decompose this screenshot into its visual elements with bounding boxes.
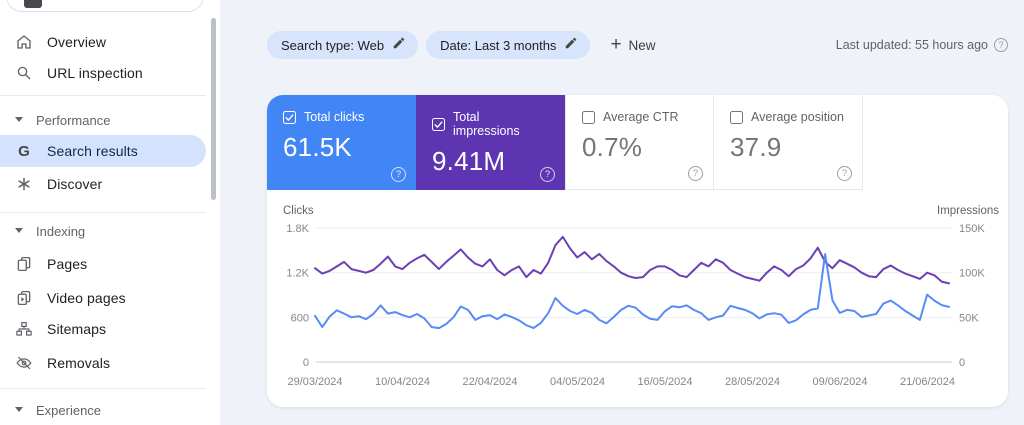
property-icon: [24, 0, 42, 8]
sidebar-item-sitemaps[interactable]: Sitemaps: [0, 315, 206, 343]
search-type-chip[interactable]: Search type: Web: [267, 31, 418, 59]
filter-toolbar: Search type: Web Date: Last 3 months + N…: [267, 31, 656, 59]
svg-text:16/05/2024: 16/05/2024: [637, 376, 692, 388]
section-label: Experience: [36, 403, 101, 418]
date-range-chip-label: Date: Last 3 months: [440, 38, 556, 53]
sidebar-item-url-inspection[interactable]: URL inspection: [0, 59, 206, 87]
sidebar-item-label: Removals: [47, 355, 110, 371]
sidebar-section-performance[interactable]: Performance: [0, 108, 206, 132]
svg-text:09/06/2024: 09/06/2024: [812, 376, 867, 388]
search-type-chip-label: Search type: Web: [281, 38, 384, 53]
sidebar-item-label: Overview: [47, 34, 106, 50]
sidebar-divider: [0, 388, 206, 389]
plus-icon: +: [610, 35, 621, 54]
sidebar-divider: [0, 212, 206, 213]
sidebar-item-removals[interactable]: Removals: [0, 349, 206, 377]
sidebar-section-experience[interactable]: Experience: [0, 398, 206, 422]
sidebar-scrollbar[interactable]: [211, 18, 216, 200]
performance-card: Total clicks 61.5K ? Total impressions 9…: [267, 95, 1008, 407]
svg-text:22/04/2024: 22/04/2024: [462, 376, 517, 388]
discover-asterisk-icon: [15, 175, 33, 193]
date-range-chip[interactable]: Date: Last 3 months: [426, 31, 590, 59]
new-filter-button[interactable]: + New: [610, 37, 655, 54]
svg-text:04/05/2024: 04/05/2024: [550, 376, 605, 388]
sidebar-item-label: Discover: [47, 176, 102, 192]
sidebar-item-label: Sitemaps: [47, 321, 106, 337]
performance-line-chart[interactable]: 0 600 1.2K 1.8K 0 50K 100K 150K 29/03/2024 10/04/…: [267, 95, 1008, 407]
chevron-down-icon: [14, 222, 24, 240]
search-icon: [15, 64, 33, 82]
edit-pencil-icon[interactable]: [564, 36, 578, 55]
svg-text:10/04/2024: 10/04/2024: [375, 376, 430, 388]
svg-text:28/05/2024: 28/05/2024: [725, 376, 780, 388]
sidebar-item-pages[interactable]: Pages: [0, 250, 206, 278]
edit-pencil-icon[interactable]: [392, 36, 406, 55]
sidebar-item-label: Pages: [47, 256, 87, 272]
home-icon: [15, 33, 33, 51]
new-filter-label: New: [629, 38, 656, 53]
chevron-down-icon: [14, 111, 24, 129]
sidebar-section-indexing[interactable]: Indexing: [0, 219, 206, 243]
svg-text:150K: 150K: [959, 223, 985, 235]
sidebar-item-label: Search results: [47, 143, 138, 159]
last-updated: Last updated: 55 hours ago ?: [836, 38, 1008, 52]
section-label: Indexing: [36, 224, 85, 239]
sidebar-item-label: URL inspection: [47, 65, 143, 81]
svg-text:21/06/2024: 21/06/2024: [900, 376, 955, 388]
sidebar-item-video-pages[interactable]: Video pages: [0, 284, 206, 312]
svg-text:0: 0: [303, 357, 309, 369]
google-g-icon: G: [15, 142, 33, 160]
sidebar-item-overview[interactable]: Overview: [0, 28, 206, 56]
eye-off-icon: [15, 354, 33, 372]
svg-text:100K: 100K: [959, 268, 985, 280]
section-label: Performance: [36, 113, 110, 128]
help-icon[interactable]: ?: [994, 38, 1008, 52]
svg-text:600: 600: [291, 312, 309, 324]
svg-text:50K: 50K: [959, 312, 979, 324]
sitemaps-tree-icon: [15, 320, 33, 338]
pages-copy-icon: [15, 255, 33, 273]
sidebar-item-label: Video pages: [47, 290, 126, 306]
sidebar: Overview URL inspection Performance G Se…: [0, 0, 220, 425]
sidebar-divider: [0, 95, 206, 96]
svg-text:1.2K: 1.2K: [286, 268, 309, 280]
chevron-down-icon: [14, 401, 24, 419]
main-content: Search type: Web Date: Last 3 months + N…: [220, 0, 1024, 425]
svg-text:0: 0: [959, 357, 965, 369]
sidebar-item-discover[interactable]: Discover: [0, 170, 206, 198]
svg-text:1.8K: 1.8K: [286, 223, 309, 235]
video-pages-icon: [15, 289, 33, 307]
sidebar-item-search-results[interactable]: G Search results: [0, 135, 206, 167]
last-updated-text: Last updated: 55 hours ago: [836, 38, 988, 52]
svg-text:29/03/2024: 29/03/2024: [287, 376, 342, 388]
